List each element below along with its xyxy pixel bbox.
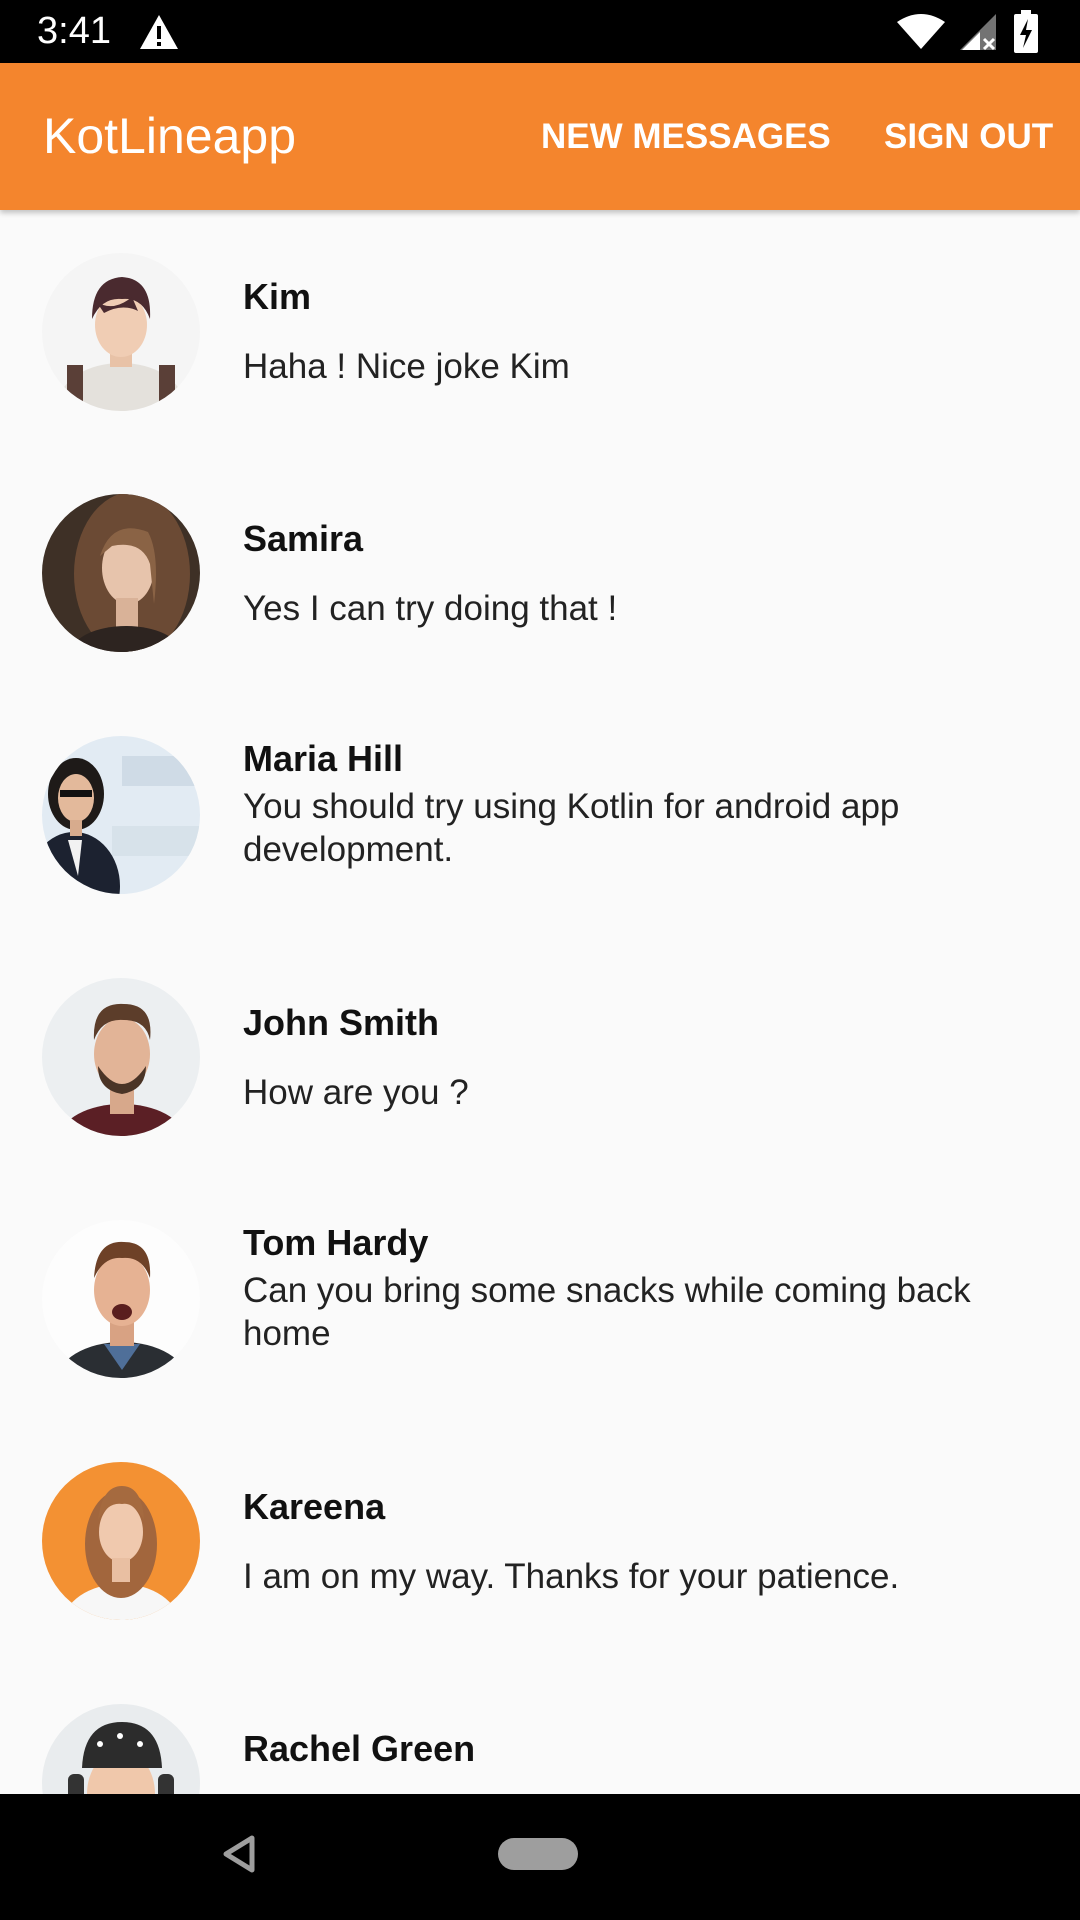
maria-hill-avatar bbox=[42, 736, 200, 894]
message-preview: Can you bring some snacks while coming b… bbox=[243, 1271, 971, 1353]
kareena-avatar bbox=[42, 1462, 200, 1620]
conversation-list[interactable]: Kim Haha ! Nice joke Kim Samira Yes I ca… bbox=[0, 210, 1080, 1794]
message-preview: I am on my way. Thanks for your patience… bbox=[243, 1557, 900, 1596]
contact-name: Samira bbox=[243, 518, 364, 559]
contact-name: Kareena bbox=[243, 1486, 386, 1527]
conversation-row-kareena[interactable]: Kareena I am on my way. Thanks for your … bbox=[0, 1420, 1080, 1662]
conversation-row-rachel-green[interactable]: Rachel Green bbox=[0, 1662, 1080, 1794]
warning-icon bbox=[140, 15, 178, 49]
message-preview: You should try using Kotlin for android … bbox=[243, 787, 900, 869]
status-bar: 3:41 bbox=[0, 0, 1080, 63]
contact-name: Kim bbox=[243, 276, 312, 317]
john-smith-avatar bbox=[42, 978, 200, 1136]
message-preview: Yes I can try doing that ! bbox=[243, 589, 618, 628]
status-time: 3:41 bbox=[37, 10, 111, 52]
samira-avatar bbox=[42, 494, 200, 652]
contact-name: Rachel Green bbox=[243, 1728, 476, 1769]
contact-name: Tom Hardy bbox=[243, 1222, 429, 1263]
conversation-row-kim[interactable]: Kim Haha ! Nice joke Kim bbox=[0, 210, 1080, 452]
app-bar: KotLineapp NEW MESSAGES SIGN OUT bbox=[0, 63, 1080, 210]
new-messages-button[interactable]: NEW MESSAGES bbox=[541, 117, 831, 157]
sign-out-button[interactable]: SIGN OUT bbox=[884, 117, 1053, 157]
rachel-green-avatar bbox=[42, 1704, 200, 1794]
tom-hardy-avatar bbox=[42, 1220, 200, 1378]
navigation-bar bbox=[0, 1794, 1080, 1920]
app-title: KotLineapp bbox=[43, 108, 297, 164]
wifi-icon bbox=[897, 14, 945, 49]
conversation-row-john-smith[interactable]: John Smith How are you ? bbox=[0, 936, 1080, 1178]
kim-avatar bbox=[42, 253, 200, 411]
message-preview: How are you ? bbox=[243, 1073, 469, 1112]
conversation-row-samira[interactable]: Samira Yes I can try doing that ! bbox=[0, 452, 1080, 694]
contact-name: John Smith bbox=[243, 1002, 439, 1043]
conversation-row-tom-hardy[interactable]: Tom Hardy Can you bring some snacks whil… bbox=[0, 1178, 1080, 1420]
message-preview: Haha ! Nice joke Kim bbox=[243, 347, 570, 386]
signal-icon bbox=[960, 14, 996, 51]
home-icon[interactable] bbox=[498, 1838, 578, 1870]
back-icon[interactable] bbox=[222, 1834, 256, 1874]
battery-charging-icon bbox=[1014, 10, 1038, 53]
contact-name: Maria Hill bbox=[243, 738, 404, 779]
conversation-row-maria-hill[interactable]: Maria Hill You should try using Kotlin f… bbox=[0, 694, 1080, 936]
